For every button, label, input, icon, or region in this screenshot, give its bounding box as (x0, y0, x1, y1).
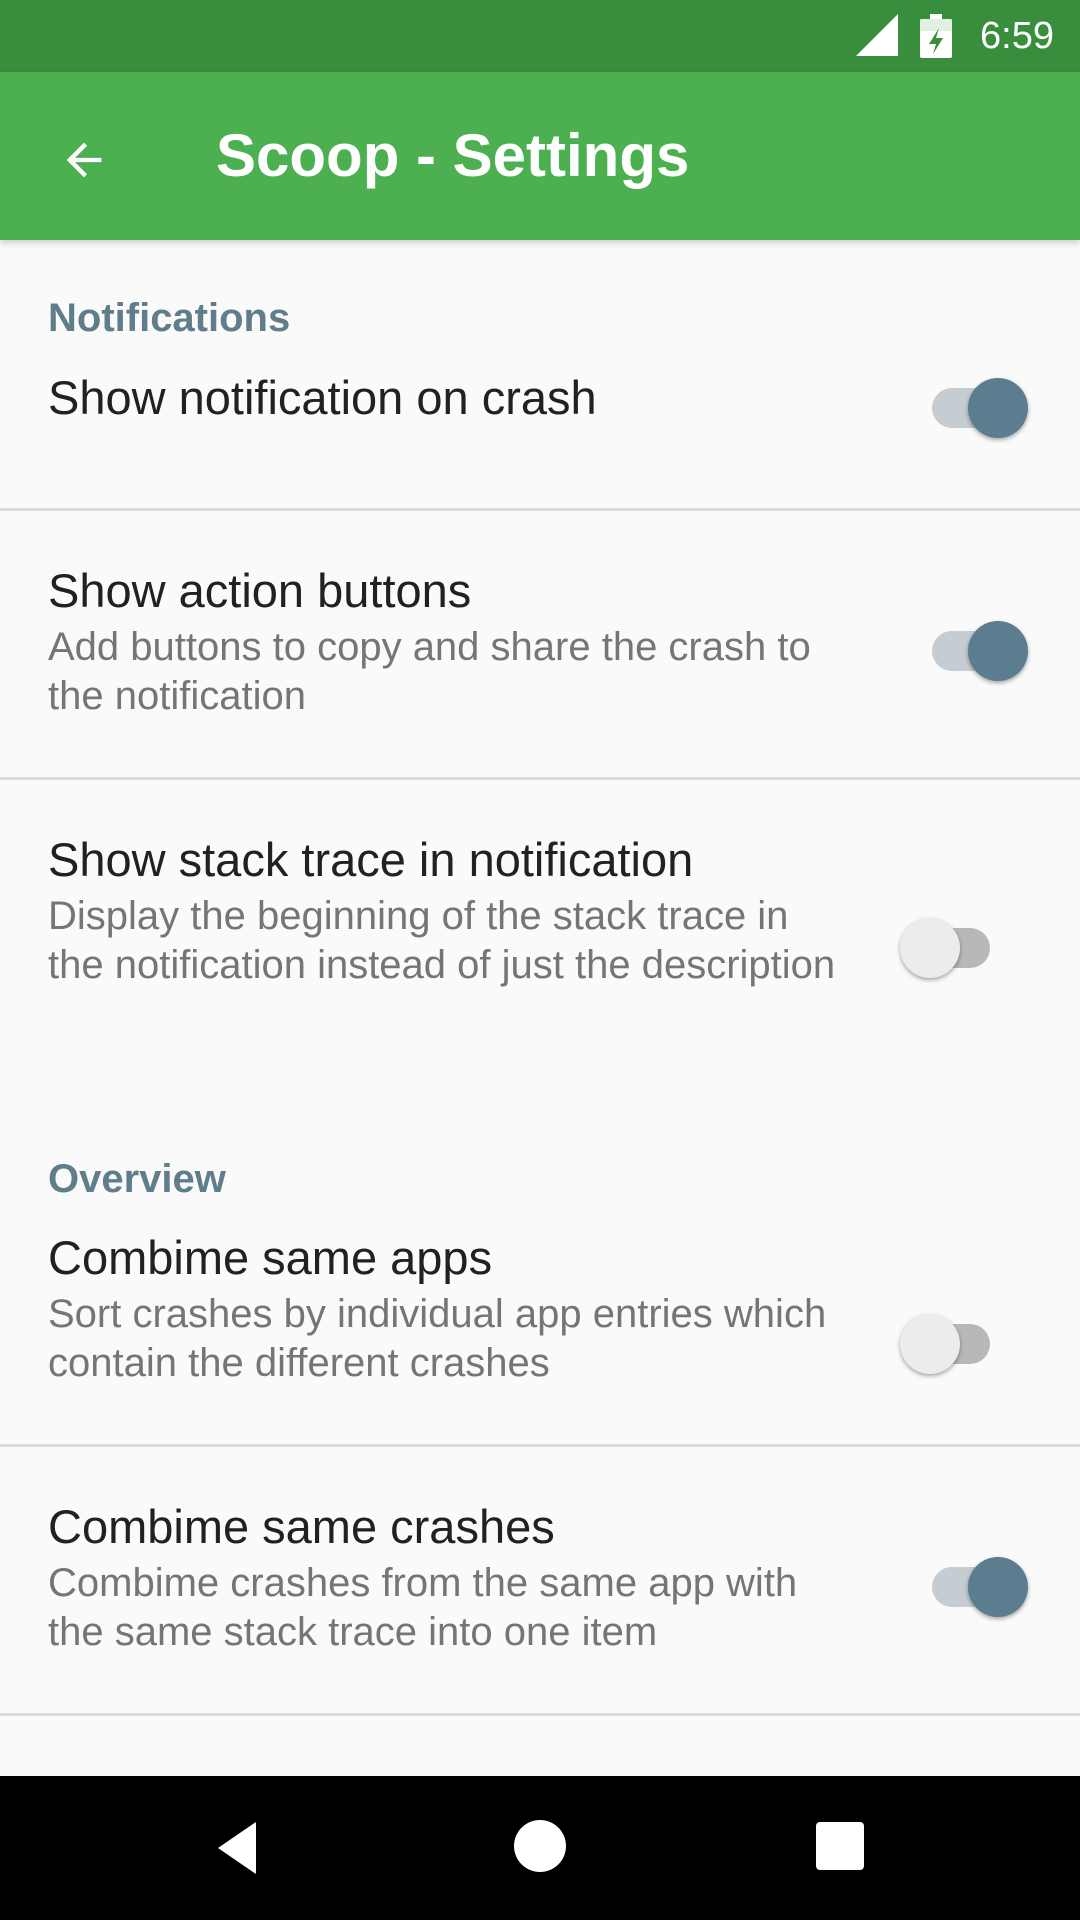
toggle-switch-action-buttons[interactable] (918, 609, 1028, 681)
switch-thumb (968, 378, 1028, 438)
switch-thumb (968, 1557, 1028, 1617)
page-title: Scoop - Settings (216, 122, 690, 189)
pref-summary: Display the beginning of the stack trace… (48, 894, 836, 987)
pref-summary: Combime crashes from the same app with t… (48, 1561, 798, 1654)
arrow-back-icon (66, 142, 102, 178)
toggle-switch-combine-crashes[interactable] (918, 1545, 1028, 1617)
divider (0, 1713, 1080, 1716)
nav-home-icon[interactable] (514, 1820, 566, 1872)
status-time: 6:59 (980, 15, 1054, 57)
pref-title: Combime same apps (48, 1231, 493, 1284)
category-header-notifications: Notifications (48, 296, 291, 340)
toggle-switch-stack-trace[interactable] (900, 906, 1010, 978)
toggle-switch-combine-apps[interactable] (900, 1302, 1010, 1374)
nav-back-icon[interactable] (212, 1820, 268, 1876)
pref-title: Show stack trace in notification (48, 833, 694, 886)
pref-show-notification-on-crash[interactable]: Show notification on crash (0, 360, 1080, 508)
pref-combine-same-crashes[interactable]: Combime same crashes Combime crashes fro… (0, 1447, 1080, 1713)
switch-thumb (900, 918, 960, 978)
battery-charging-icon (920, 14, 952, 58)
pref-combine-same-apps[interactable]: Combime same apps Sort crashes by indivi… (0, 1218, 1080, 1444)
pref-summary: Sort crashes by individual app entries w… (48, 1292, 827, 1385)
nav-recents-icon[interactable] (816, 1822, 864, 1870)
toggle-switch-show-notification[interactable] (918, 366, 1028, 438)
signal-icon (856, 14, 898, 56)
pref-show-action-buttons[interactable]: Show action buttons Add buttons to copy … (0, 511, 1080, 777)
pref-title: Show notification on crash (48, 371, 597, 424)
navigation-bar (0, 1776, 1080, 1920)
switch-thumb (968, 621, 1028, 681)
settings-list: Notifications Show notification on crash… (0, 240, 1080, 1776)
category-header-overview: Overview (48, 1157, 226, 1201)
switch-thumb (900, 1314, 960, 1374)
back-button[interactable] (36, 112, 132, 208)
pref-show-stack-trace[interactable]: Show stack trace in notification Display… (0, 780, 1080, 1100)
app-bar: Scoop - Settings (0, 72, 1080, 240)
status-bar: 6:59 (0, 0, 1080, 72)
settings-screen: 6:59 Scoop - Settings Notifications Show… (0, 0, 1080, 1920)
pref-summary: Add buttons to copy and share the crash … (48, 625, 811, 718)
pref-title: Combime same crashes (48, 1500, 555, 1553)
pref-title: Show action buttons (48, 564, 472, 617)
